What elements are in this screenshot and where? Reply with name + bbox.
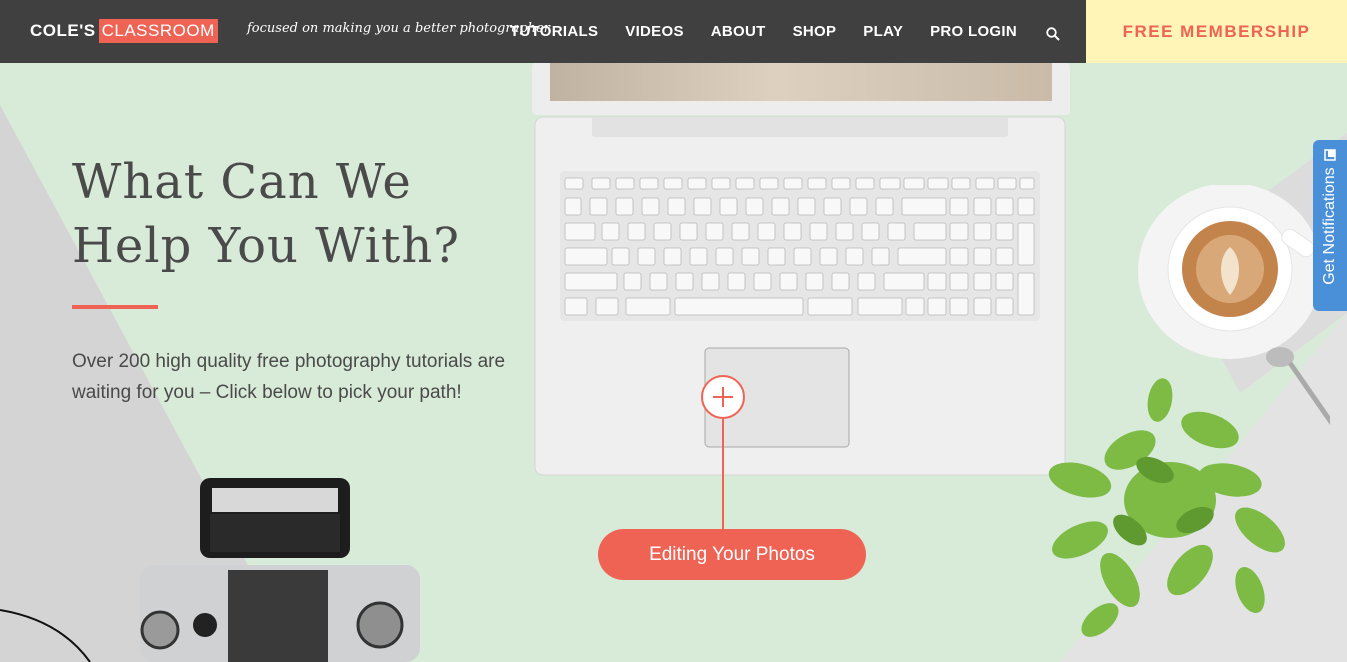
hero-headline-line1: What Can We	[72, 154, 412, 210]
site-logo[interactable]: COLE'S CLASSROOM	[30, 19, 218, 43]
get-notifications-label: Get Notifications	[1321, 166, 1338, 285]
hero-headline: What Can We Help You With?	[72, 150, 512, 278]
site-tagline: focused on making you a better photograp…	[247, 21, 550, 36]
logo-classroom: CLASSROOM	[98, 19, 218, 43]
logo-cole: COLE'S	[30, 21, 96, 40]
laptop-image	[532, 63, 1070, 476]
plus-icon[interactable]	[701, 375, 745, 419]
search-icon[interactable]	[1046, 26, 1060, 41]
get-notifications-tab[interactable]: Get Notifications	[1313, 140, 1347, 311]
camera-image	[0, 478, 420, 662]
free-membership-button[interactable]: FREE MEMBERSHIP	[1086, 0, 1347, 63]
nav-pro-login[interactable]: PRO LOGIN	[930, 23, 1017, 40]
editing-your-photos-button[interactable]: Editing Your Photos	[598, 529, 866, 580]
plant-image	[1048, 378, 1285, 637]
hero-headline-line2: Help You With?	[72, 218, 460, 274]
nav-videos[interactable]: VIDEOS	[625, 23, 683, 40]
hero-description: Over 200 high quality free photography t…	[72, 351, 506, 403]
nav-play[interactable]: PLAY	[863, 23, 903, 40]
nav-about[interactable]: ABOUT	[711, 23, 766, 40]
bell-icon	[1324, 149, 1336, 161]
nav-tutorials[interactable]: TUTORIALS	[510, 23, 598, 40]
top-navigation-bar: COLE'S CLASSROOM focused on making you a…	[0, 0, 1347, 63]
nav-shop[interactable]: SHOP	[793, 23, 837, 40]
main-nav: TUTORIALS VIDEOS ABOUT SHOP PLAY PRO LOG…	[510, 0, 1060, 63]
headline-divider	[72, 305, 158, 309]
hotspot-connector	[722, 419, 724, 531]
